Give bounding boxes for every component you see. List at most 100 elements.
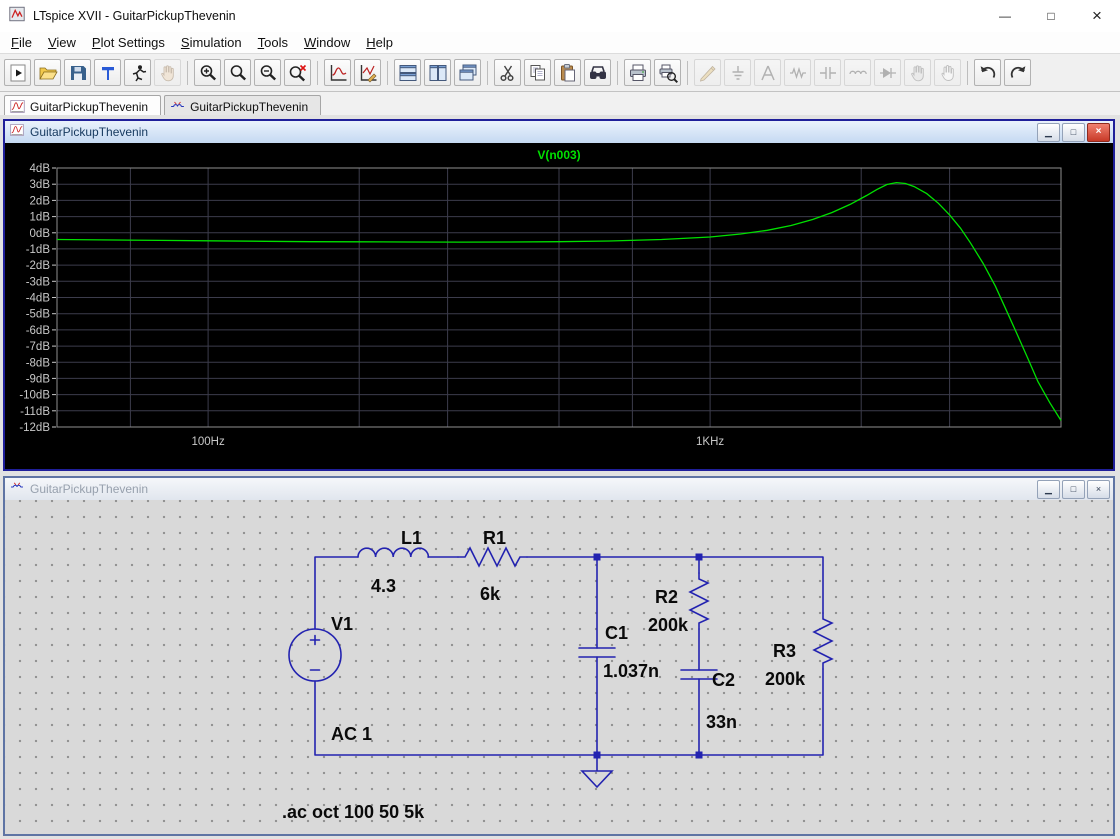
- value-R2[interactable]: 200k: [648, 615, 689, 635]
- titlebar[interactable]: LTspice XVII - GuitarPickupThevenin — □ ×: [0, 0, 1120, 32]
- value-C2[interactable]: 33n: [706, 712, 737, 732]
- capacitor-C1[interactable]: [578, 647, 616, 658]
- open-button[interactable]: [34, 59, 61, 86]
- run-button[interactable]: [4, 59, 31, 86]
- maximize-button[interactable]: □: [1028, 0, 1074, 32]
- redo-icon: [1010, 65, 1025, 78]
- menubar: File View Plot Settings Simulation Tools Wind…: [0, 32, 1120, 53]
- waveform-window-titlebar[interactable]: GuitarPickupThevenin ▁ □ ×: [5, 121, 1113, 143]
- zoom-back-icon: [230, 64, 246, 80]
- print-button[interactable]: [624, 59, 651, 86]
- tab-waveform[interactable]: GuitarPickupThevenin: [4, 95, 162, 117]
- copy-icon: [530, 64, 545, 80]
- menu-tools[interactable]: Tools: [250, 33, 296, 52]
- menu-file[interactable]: File: [3, 33, 40, 52]
- y-axis-label: -10dB: [19, 390, 50, 402]
- toolbar-separator: [967, 60, 968, 85]
- print-icon: [629, 64, 646, 81]
- resistor-R1[interactable]: [457, 546, 528, 568]
- undo-button[interactable]: [974, 59, 1001, 86]
- find-button[interactable]: [584, 59, 611, 86]
- run-icon: [10, 64, 25, 81]
- schematic-canvas[interactable]: V1 AC 1 L1 4.3 R1 6k C1 1.037n R2 200k C…: [5, 500, 1113, 834]
- value-R3[interactable]: 200k: [765, 669, 806, 689]
- spice-directive[interactable]: .ac oct 100 50 5k: [282, 802, 425, 822]
- zoom-in-button[interactable]: [194, 59, 221, 86]
- cascade-windows-button[interactable]: [454, 59, 481, 86]
- cut-icon: [499, 65, 514, 81]
- save-button[interactable]: [64, 59, 91, 86]
- schematic-window: GuitarPickupThevenin ▁ □ × V1 AC 1 L1 4.…: [3, 476, 1115, 836]
- value-V1[interactable]: AC 1: [331, 724, 372, 744]
- tile-vertical-button[interactable]: [424, 59, 451, 86]
- waveform-plot-area[interactable]: 4dB 3dB 2dB 1dB 0dB -1dB -2dB -3dB -4dB -5dB -6dB -…: [5, 143, 1113, 469]
- voltage-source-V1[interactable]: [288, 628, 342, 682]
- schematic-window-titlebar[interactable]: GuitarPickupThevenin ▁ □ ×: [5, 478, 1113, 500]
- tab-schematic[interactable]: GuitarPickupThevenin: [164, 95, 322, 117]
- label-R3[interactable]: R3: [773, 641, 796, 661]
- plot-settings-button[interactable]: [354, 59, 381, 86]
- schematic-window-title: GuitarPickupThevenin: [30, 482, 149, 496]
- label-V1[interactable]: V1: [331, 614, 353, 634]
- autorange-button[interactable]: [324, 59, 351, 86]
- zoom-back-button[interactable]: [224, 59, 251, 86]
- inductor-button: [844, 59, 871, 86]
- label-C1[interactable]: C1: [605, 623, 628, 643]
- label-R2[interactable]: R2: [655, 587, 678, 607]
- menu-view[interactable]: View: [40, 33, 84, 52]
- resistor-R3[interactable]: [812, 612, 834, 670]
- zoom-full-extents-button[interactable]: [284, 59, 311, 86]
- redo-button[interactable]: [1004, 59, 1031, 86]
- minimize-button[interactable]: ▁: [1037, 122, 1060, 142]
- close-button[interactable]: ×: [1087, 122, 1110, 142]
- waveform-doc-icon: [10, 123, 24, 142]
- menu-simulation[interactable]: Simulation: [173, 33, 250, 52]
- cut-button[interactable]: [494, 59, 521, 86]
- diode-icon: [879, 67, 896, 78]
- minimize-button[interactable]: ▁: [1037, 479, 1060, 499]
- restore-button[interactable]: □: [1062, 122, 1085, 142]
- label-C2[interactable]: C2: [712, 670, 735, 690]
- menu-help[interactable]: Help: [358, 33, 401, 52]
- x-axis-label: 1KHz: [696, 436, 724, 448]
- label-R1[interactable]: R1: [483, 528, 506, 548]
- copy-button[interactable]: [524, 59, 551, 86]
- tile-horizontal-button[interactable]: [394, 59, 421, 86]
- capacitor-icon: [819, 66, 836, 79]
- y-axis-label: -4dB: [26, 293, 51, 305]
- print-preview-button[interactable]: [654, 59, 681, 86]
- close-button[interactable]: ×: [1074, 0, 1120, 32]
- resistor-R2[interactable]: [688, 572, 710, 630]
- label-L1[interactable]: L1: [401, 528, 422, 548]
- trace-title: V(n003): [537, 148, 580, 162]
- run-simulation-button[interactable]: [124, 59, 151, 86]
- ground-icon: [732, 65, 743, 80]
- ground-button: [724, 59, 751, 86]
- restore-button[interactable]: □: [1062, 479, 1085, 499]
- minimize-button[interactable]: —: [982, 0, 1028, 32]
- zoom-out-button[interactable]: [254, 59, 281, 86]
- close-button[interactable]: ×: [1087, 479, 1110, 499]
- value-L1[interactable]: 4.3: [371, 576, 396, 596]
- y-axis-label: 3dB: [30, 179, 51, 191]
- waveform-chart: 4dB 3dB 2dB 1dB 0dB -1dB -2dB -3dB -4dB -5dB -6dB -…: [5, 143, 1113, 469]
- control-panel-button[interactable]: [94, 59, 121, 86]
- menu-window[interactable]: Window: [296, 33, 358, 52]
- inductor-L1[interactable]: [357, 547, 430, 558]
- y-axis-label: -2dB: [26, 260, 51, 272]
- value-C1[interactable]: 1.037n: [603, 661, 659, 681]
- cascade-icon: [459, 64, 476, 80]
- ground-symbol[interactable]: [580, 754, 614, 789]
- paste-button[interactable]: [554, 59, 581, 86]
- y-axis-label: 2dB: [30, 195, 51, 207]
- tile-vert-icon: [429, 64, 446, 81]
- wave-doc-icon: [10, 100, 25, 113]
- value-R1[interactable]: 6k: [480, 584, 501, 604]
- wire-junctions: [593, 553, 703, 759]
- waveform-window: GuitarPickupThevenin ▁ □ × 4dB 3dB 2dB 1dB 0dB…: [3, 119, 1115, 471]
- toolbar-separator: [317, 60, 318, 85]
- print-preview-icon: [659, 64, 678, 83]
- y-axis-label: -6dB: [26, 325, 51, 337]
- menu-plot-settings[interactable]: Plot Settings: [84, 33, 173, 52]
- autorange-icon: [330, 64, 346, 81]
